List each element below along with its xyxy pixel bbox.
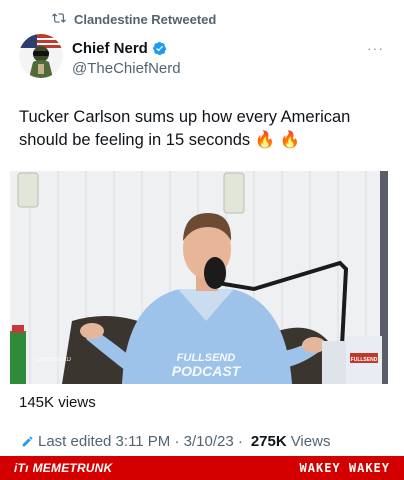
tweet-text-line-1: Tucker Carlson sums up how every America… [19,108,351,126]
author-name[interactable]: Chief Nerd [72,40,148,57]
tweet-video[interactable]: FULLSEND CHIEFNERD FULLSEND PODCAST [10,171,388,384]
retweet-icon [52,11,66,28]
video-view-count: 145K views [19,394,96,411]
memetrunk-logo: iTı MEMETRUNK [14,461,112,475]
memetrunk-brand-text: MEMETRUNK [32,461,113,475]
tweet-author: Chief Nerd @TheChiefNerd [72,40,181,77]
edited-timestamp[interactable]: Last edited 3:11 PM · 3/10/23 · [38,433,243,450]
retweet-context[interactable]: Clandestine Retweeted [52,11,216,28]
memetrunk-banner: iTı MEMETRUNK WAKEY WAKEY [0,456,404,480]
pencil-icon [21,435,34,448]
tweet-view-count: 275K [250,433,287,450]
tweet-meta: Last edited 3:11 PM · 3/10/23 · 275K Vie… [21,433,330,450]
views-word: Views [290,433,331,450]
fire-emoji: 🔥 🔥 [254,131,301,149]
retweet-label: Clandestine Retweeted [74,12,217,27]
verified-badge-icon [152,41,167,56]
tweet-text: Tucker Carlson sums up how every America… [19,106,379,152]
memetrunk-logo-icon: iTı [14,461,29,475]
chiefnerd-watermark: CHIEFNERD [36,357,72,363]
tweet-text-line-2: should be feeling in 15 seconds [19,131,251,149]
avatar[interactable] [19,34,63,78]
wakey-wakey-text: WAKEY WAKEY [299,461,390,475]
can-label: FULLSEND [351,357,378,363]
author-handle[interactable]: @TheChiefNerd [72,60,181,77]
more-options-icon[interactable]: ··· [367,40,384,56]
podcast-logo-line-2: PODCAST [172,363,242,379]
